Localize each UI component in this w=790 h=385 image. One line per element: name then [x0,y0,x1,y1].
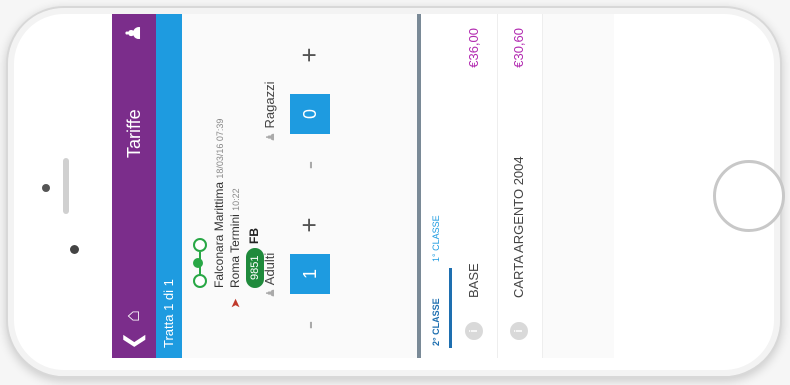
fare-name: BASE [466,263,481,298]
departure-station: Falconara Marittima [212,181,226,288]
front-camera [42,184,50,192]
fare-price: €30,60 [511,28,526,68]
adults-minus-button[interactable]: - [294,312,324,338]
children-plus-button[interactable]: + [294,42,324,68]
fare-row-carta-argento[interactable]: i CARTA ARGENTO 2004 €30,60 [498,14,543,358]
app-header: ❮ ⌂ Tariffe ♟ [112,14,156,358]
children-label-group: ♟ Ragazzi [262,82,277,142]
children-stepper: - 0 + [290,18,330,178]
page-title: Tariffe [124,109,144,158]
segment-bar: Tratta 1 di 1 [156,14,182,358]
class-tabs: 2° CLASSE 1° CLASSE [421,14,453,358]
info-icon[interactable]: i [510,322,528,340]
arrival: Roma Termini 10:22 [228,188,242,288]
departure-time: 18/03/16 07:39 [215,118,225,179]
home-icon[interactable]: ⌂ [122,310,144,322]
tab-second-class[interactable]: 2° CLASSE [431,298,441,346]
proximity-sensor [70,245,79,254]
adults-label: Adulti [262,252,277,286]
fare-price: €36,00 [466,28,481,68]
adults-plus-button[interactable]: + [294,212,324,238]
trenitalia-logo-icon: ➤ [230,298,242,308]
home-button[interactable] [713,160,785,232]
children-label: Ragazzi [262,81,277,129]
child-icon: ♟ [265,132,277,142]
children-value[interactable]: 0 [290,94,330,134]
arrival-time: 10:22 [231,188,241,211]
segment-label: Tratta 1 di 1 [161,279,176,348]
fare-row-base[interactable]: i BASE €36,00 [453,14,498,358]
active-tab-indicator [449,268,452,348]
children-minus-button[interactable]: - [294,152,324,178]
arrival-station: Roma Termini [228,214,242,288]
adult-icon: ♟ [265,288,277,298]
passenger-selector: ♟ Adulti - 1 + ♟ Ragazzi - 0 + [262,14,382,358]
fare-name: CARTA ARGENTO 2004 [511,156,526,298]
train-category: FB [247,228,261,244]
earpiece-speaker [63,158,69,214]
route-line-icon [188,238,208,288]
adults-label-group: ♟ Adulti [262,253,277,298]
adults-value[interactable]: 1 [290,254,330,294]
adults-stepper: - 1 + [290,188,330,338]
person-settings-icon[interactable]: ♟ [121,24,146,42]
chevron-left-icon[interactable]: ❮ [120,332,145,350]
tab-first-class[interactable]: 1° CLASSE [431,215,441,262]
info-icon[interactable]: i [465,322,483,340]
app-screen: ❮ ⌂ Tariffe ♟ Tratta 1 di 1 Falconara Ma… [112,14,614,358]
app-content: ❮ ⌂ Tariffe ♟ Tratta 1 di 1 Falconara Ma… [112,14,614,358]
departure: Falconara Marittima 18/03/16 07:39 [212,119,226,288]
